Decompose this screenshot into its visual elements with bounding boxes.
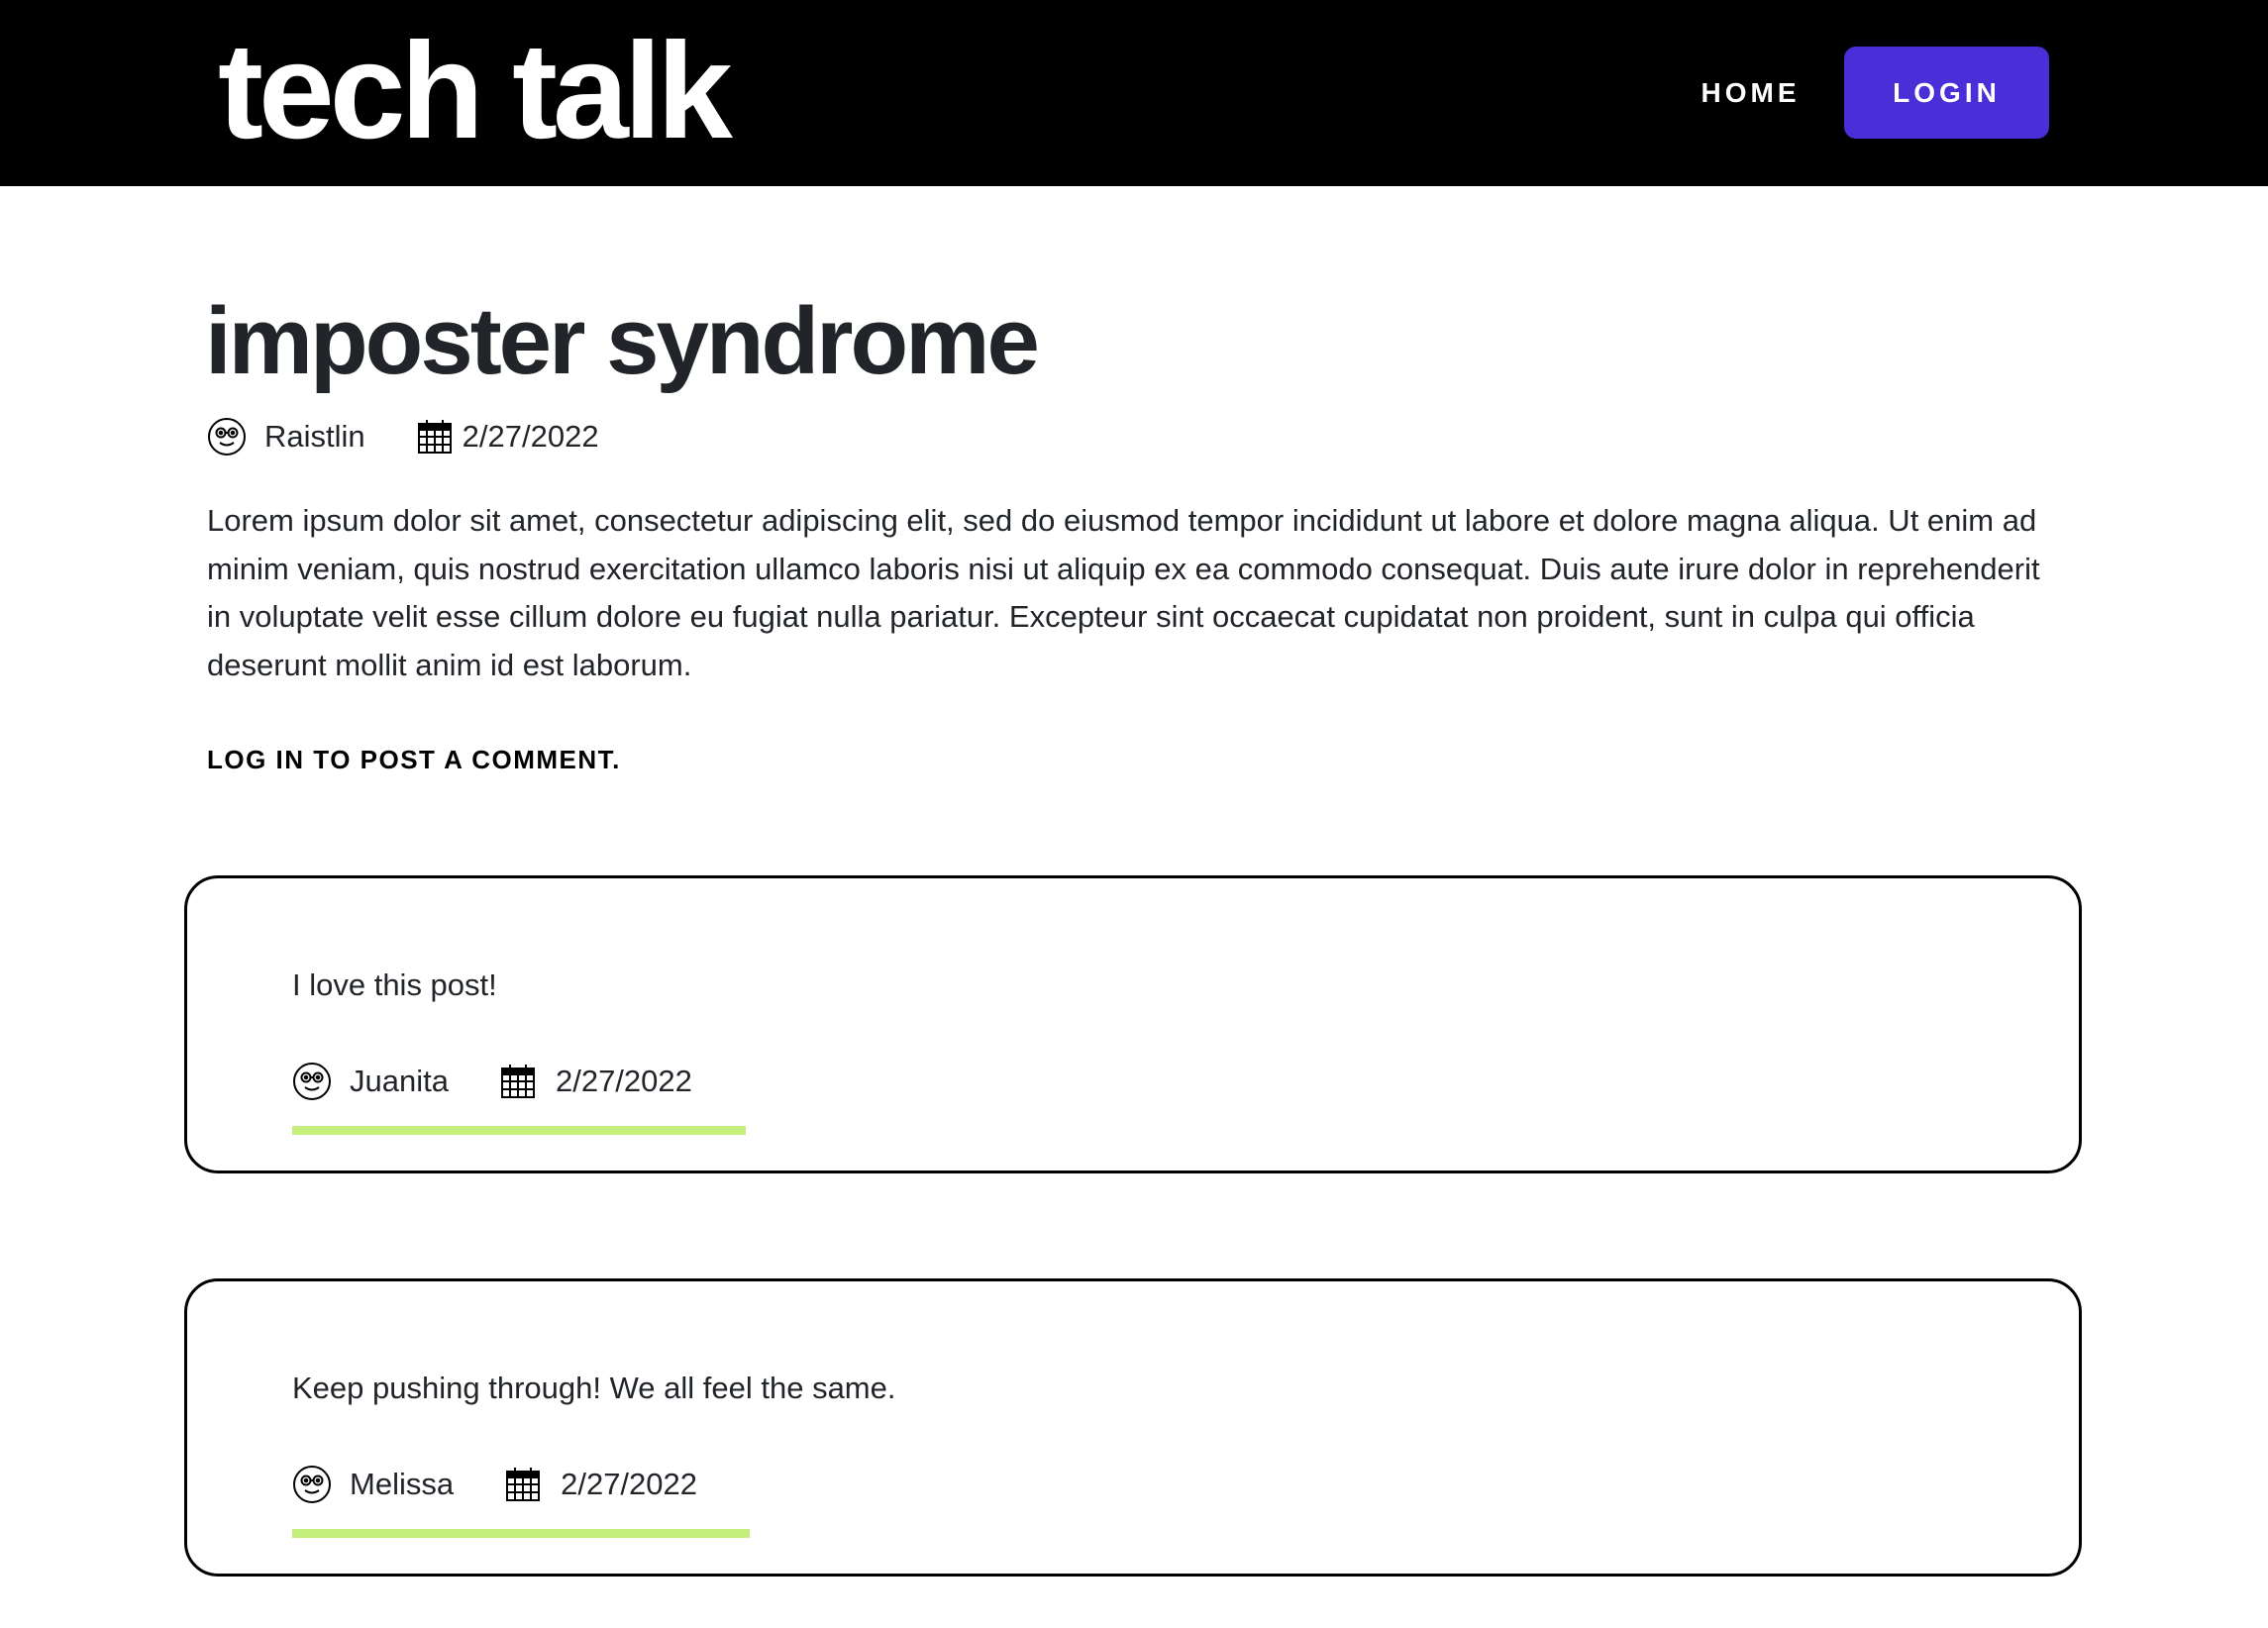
- comment-date: 2/27/2022: [555, 1064, 692, 1098]
- login-button[interactable]: LOGIN: [1844, 47, 2049, 139]
- comment-card: I love this post! Juanita 2/27/2022: [184, 875, 2082, 1173]
- post-body: Lorem ipsum dolor sit amet, consectetur …: [207, 503, 2040, 682]
- comment-meta-underline: [292, 1529, 750, 1538]
- nerd-face-icon: [207, 417, 247, 457]
- nerd-face-icon: [292, 1062, 332, 1101]
- comment-date: 2/27/2022: [561, 1467, 698, 1501]
- post-date: 2/27/2022: [462, 419, 599, 454]
- site-header: tech talk HOME LOGIN: [0, 0, 2268, 186]
- post-author: Raistlin: [264, 419, 365, 454]
- comment-meta: Juanita 2/27/2022: [292, 1059, 692, 1104]
- comment-text: Keep pushing through! We all feel the sa…: [292, 1371, 896, 1405]
- calendar-icon: [503, 1465, 543, 1504]
- comment-author: Melissa: [350, 1467, 455, 1501]
- post-meta: Raistlin 2/27/2022: [207, 414, 599, 459]
- site-logo[interactable]: tech talk: [218, 12, 733, 170]
- login-to-comment-prompt: LOG IN TO POST A COMMENT.: [207, 745, 621, 774]
- calendar-icon: [498, 1062, 538, 1101]
- nerd-face-icon: [292, 1465, 332, 1504]
- calendar-icon: [415, 417, 455, 457]
- comment-author: Juanita: [350, 1064, 449, 1098]
- nav-home-link[interactable]: HOME: [1674, 47, 1827, 139]
- comment-card: Keep pushing through! We all feel the sa…: [184, 1278, 2082, 1577]
- comment-meta-underline: [292, 1126, 746, 1135]
- post-title: imposter syndrome: [205, 288, 1040, 394]
- comment-text: I love this post!: [292, 967, 497, 1002]
- comment-meta: Melissa 2/27/2022: [292, 1462, 697, 1507]
